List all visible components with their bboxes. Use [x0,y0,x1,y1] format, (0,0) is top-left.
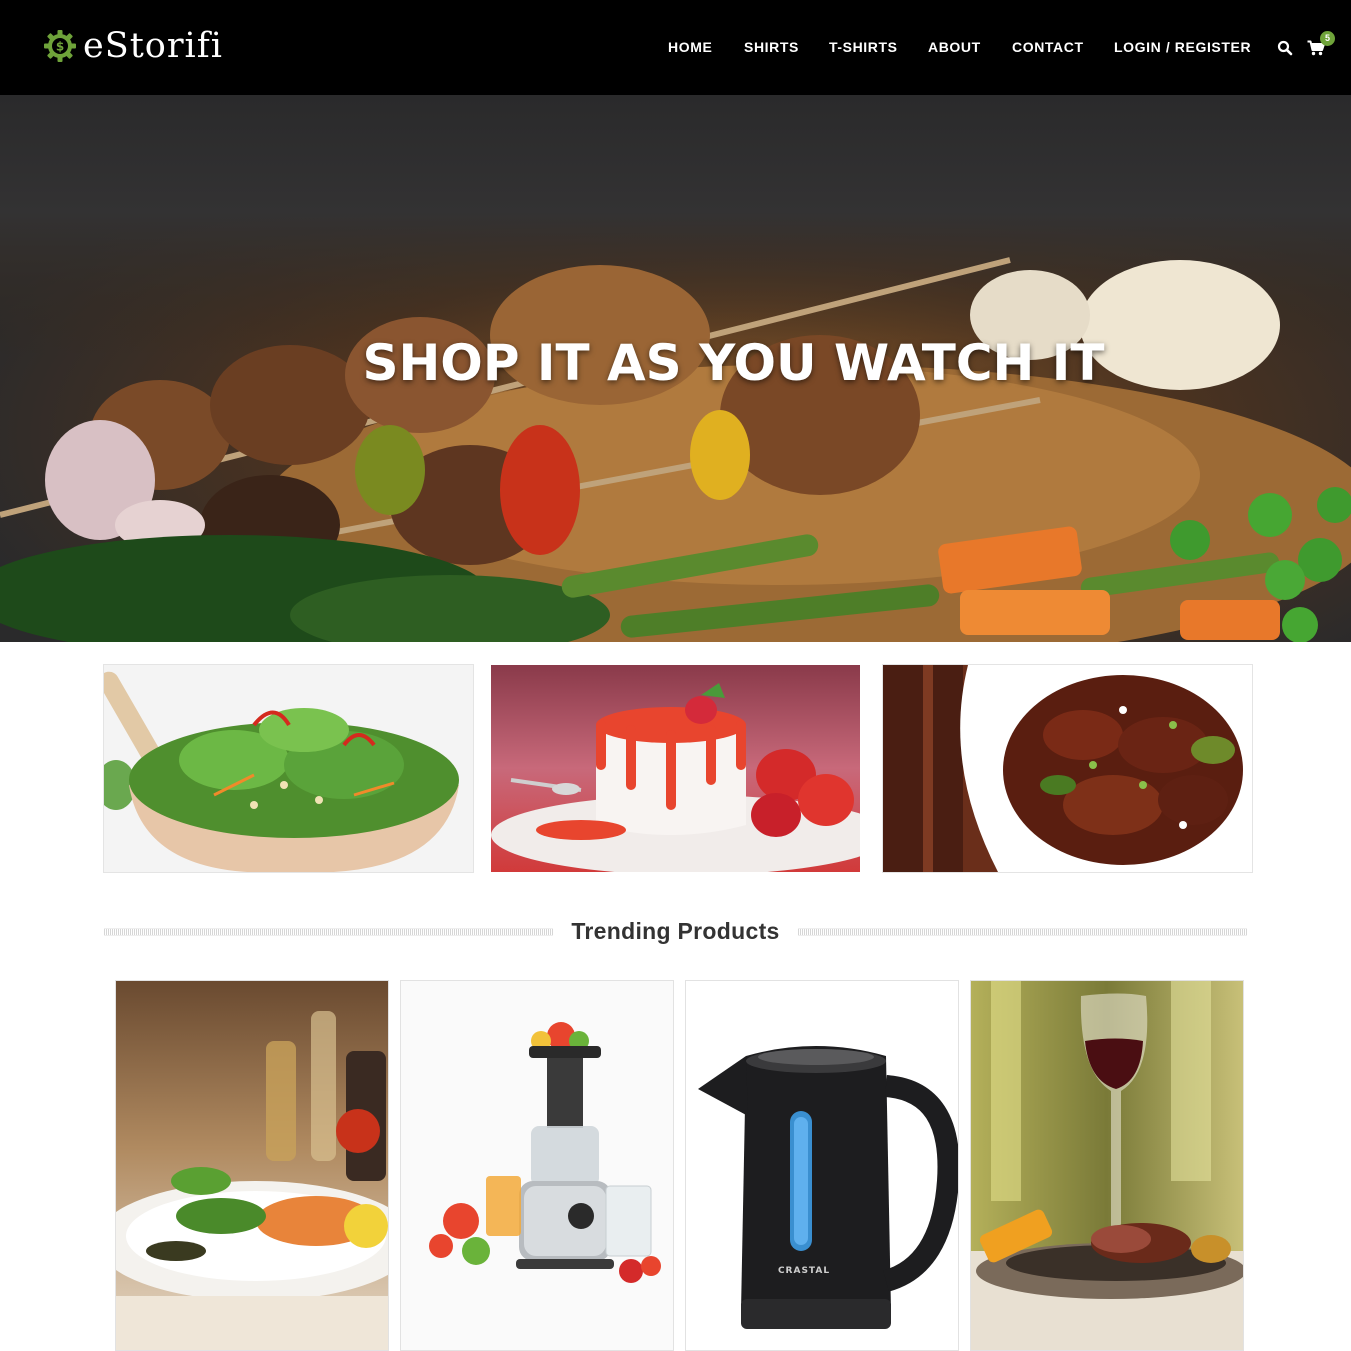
nav-home[interactable]: HOME [668,36,712,58]
kettle-brand-mark: CRASTAL [778,1266,830,1276]
product-card[interactable] [970,980,1244,1351]
nav-shirts[interactable]: SHIRTS [744,36,799,58]
panna-cotta-dessert-photo [491,665,860,872]
nav-login-register[interactable]: LOGIN / REGISTER [1114,36,1251,58]
product-card[interactable] [400,980,674,1351]
nav-about[interactable]: ABOUT [928,36,981,58]
heading-divider-left [104,928,553,936]
nav-contact[interactable]: CONTACT [1012,36,1084,58]
salad-bowl-photo [104,665,473,872]
heading-divider-right [798,928,1247,936]
section-title: Trending Products [571,918,780,944]
search-icon[interactable] [1277,40,1293,56]
juicer-photo [401,981,673,1350]
hero-title: SHOP IT AS YOU WATCH IT [362,334,1105,392]
electric-kettle-photo: CRASTAL [686,981,958,1350]
category-tile[interactable] [491,665,860,872]
cart-count-badge: 5 [1320,31,1335,46]
trending-products-heading: Trending Products [104,913,1247,949]
chilli-chicken-photo [883,665,1252,872]
site-header: $ eStorifi HOME SHIRTS T-SHIRTS ABOUT CO… [0,0,1351,95]
category-tile[interactable] [103,664,474,873]
salmon-dish-photo [116,981,388,1350]
main-nav: HOME SHIRTS T-SHIRTS ABOUT CONTACT LOGIN… [0,36,1351,58]
nav-t-shirts[interactable]: T-SHIRTS [829,36,898,58]
wine-steak-photo [971,981,1243,1350]
hero-banner[interactable]: SHOP IT AS YOU WATCH IT [0,95,1351,642]
product-card[interactable]: CRASTAL [685,980,959,1351]
product-card[interactable] [115,980,389,1351]
category-tile[interactable] [882,664,1253,873]
